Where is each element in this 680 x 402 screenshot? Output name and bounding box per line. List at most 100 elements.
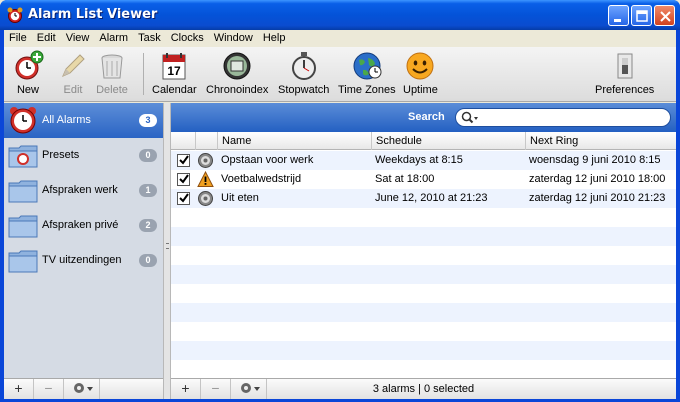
folder-icon (8, 180, 38, 203)
search-bar: Search (171, 103, 676, 132)
switch-icon (617, 53, 633, 79)
warning-icon (197, 171, 214, 187)
group-actions-button[interactable] (64, 379, 100, 399)
uptime-button[interactable]: Uptime (403, 49, 438, 96)
count-badge: 0 (139, 254, 157, 267)
menu-file[interactable]: File (4, 30, 32, 47)
title-bar[interactable]: Alarm List Viewer (0, 0, 680, 30)
column-icon[interactable] (195, 132, 217, 150)
table-row[interactable]: Voetbalwedstrijd Sat at 18:00 zaterdag 1… (171, 170, 676, 189)
alarm-name: Opstaan voor werk (221, 154, 314, 166)
menu-window[interactable]: Window (209, 30, 258, 47)
alarm-name: Uit eten (221, 192, 259, 204)
alarm-clock-icon (10, 107, 36, 134)
table-row[interactable]: Uit eten June 12, 2010 at 21:23 zaterdag… (171, 189, 676, 208)
menu-help[interactable]: Help (258, 30, 291, 47)
stopwatch-label: Stopwatch (278, 84, 330, 96)
maximize-button[interactable] (631, 5, 652, 26)
alarm-folder-icon (8, 145, 38, 168)
gear-icon (198, 191, 213, 206)
stopwatch-button[interactable]: Stopwatch (278, 49, 329, 96)
enabled-checkbox[interactable] (177, 173, 190, 186)
column-name[interactable]: Name (217, 132, 371, 150)
table-bottom-bar: 3 alarms | 0 selected + − (171, 378, 676, 399)
empty-row (171, 341, 676, 360)
sidebar-item-afspraken-werk[interactable]: Afspraken werk 1 (4, 173, 163, 208)
folder-icon (8, 215, 38, 238)
table-header: Name Schedule Next Ring (171, 132, 676, 150)
enabled-checkbox[interactable] (177, 154, 190, 167)
remove-group-button[interactable]: − (34, 379, 64, 399)
sidebar-item-label: Presets (42, 149, 80, 161)
sidebar-bottom-bar: + − (4, 378, 163, 399)
column-enabled[interactable] (171, 132, 195, 150)
menu-alarm[interactable]: Alarm (94, 30, 133, 47)
menu-view[interactable]: View (61, 30, 95, 47)
folder-icon (8, 250, 38, 273)
alarm-next-ring: zaterdag 12 juni 2010 18:00 (529, 173, 666, 185)
close-button[interactable] (654, 5, 675, 26)
menu-bar: File Edit View Alarm Task Clocks Window … (4, 30, 676, 47)
checkmark-icon (179, 155, 189, 165)
search-icon (461, 111, 478, 124)
add-group-button[interactable]: + (4, 379, 34, 399)
edit-label: Edit (63, 84, 83, 96)
trash-icon (101, 54, 123, 79)
column-next-ring[interactable]: Next Ring (525, 132, 676, 150)
close-icon (660, 11, 671, 22)
checkmark-icon (179, 193, 189, 203)
menu-edit[interactable]: Edit (32, 30, 61, 47)
chronoindex-button[interactable]: Chronoindex (206, 49, 268, 96)
splitter-grip-icon (166, 243, 169, 249)
timezones-label: Time Zones (338, 84, 396, 96)
toolbar: New Edit Delete 17 Calendar Chronoindex … (4, 47, 676, 102)
empty-row (171, 284, 676, 303)
menu-task[interactable]: Task (133, 30, 166, 47)
new-label: New (16, 84, 39, 96)
uptime-label: Uptime (403, 84, 438, 96)
empty-row (171, 322, 676, 341)
sidebar-item-all-alarms[interactable]: All Alarms 3 (4, 103, 163, 138)
gear-menu-icon (73, 383, 93, 393)
sidebar-item-tv-uitzendingen[interactable]: TV uitzendingen 0 (4, 243, 163, 278)
alarm-table: Name Schedule Next Ring Opstaan voor wer… (171, 132, 676, 378)
window-title: Alarm List Viewer (28, 7, 158, 22)
add-alarm-button[interactable]: + (171, 379, 201, 399)
count-badge: 2 (139, 219, 157, 232)
delete-button[interactable]: Delete (96, 49, 128, 96)
pencil-icon (62, 54, 85, 77)
globe-icon (353, 52, 382, 80)
alarm-next-ring: woensdag 9 juni 2010 8:15 (529, 154, 661, 166)
sidebar-item-label: Afspraken privé (42, 219, 119, 231)
remove-alarm-button[interactable]: − (201, 379, 231, 399)
calendar-label: Calendar (152, 84, 197, 96)
alarm-actions-button[interactable] (231, 379, 267, 399)
enabled-checkbox[interactable] (177, 192, 190, 205)
search-input[interactable] (455, 108, 671, 127)
calendar-button[interactable]: 17 Calendar (152, 49, 197, 96)
empty-row (171, 303, 676, 322)
app-window: Alarm List Viewer File Edit View Alarm T… (0, 0, 680, 402)
new-button[interactable]: New (12, 49, 44, 96)
sidebar-item-afspraken-prive[interactable]: Afspraken privé 2 (4, 208, 163, 243)
table-row[interactable]: Opstaan voor werk Weekdays at 8:15 woens… (171, 151, 676, 170)
empty-row (171, 227, 676, 246)
pane-splitter[interactable] (163, 103, 171, 399)
new-alarm-icon (15, 50, 44, 80)
sidebar: All Alarms 3 Presets 0 Afspraken werk 1 (4, 103, 163, 378)
edit-button[interactable]: Edit (57, 49, 89, 96)
column-schedule[interactable]: Schedule (371, 132, 525, 150)
preferences-button[interactable]: Preferences (595, 49, 654, 96)
empty-row (171, 208, 676, 227)
preferences-label: Preferences (595, 84, 655, 96)
timezones-button[interactable]: Time Zones (338, 49, 396, 96)
sidebar-item-presets[interactable]: Presets 0 (4, 138, 163, 173)
menu-clocks[interactable]: Clocks (166, 30, 209, 47)
smiley-icon (406, 52, 434, 80)
maximize-icon (636, 10, 648, 22)
alarm-schedule: Weekdays at 8:15 (375, 154, 463, 166)
count-badge: 3 (139, 114, 157, 127)
sidebar-item-label: All Alarms (42, 114, 91, 126)
gear-icon (198, 153, 213, 168)
minimize-button[interactable] (608, 5, 629, 26)
